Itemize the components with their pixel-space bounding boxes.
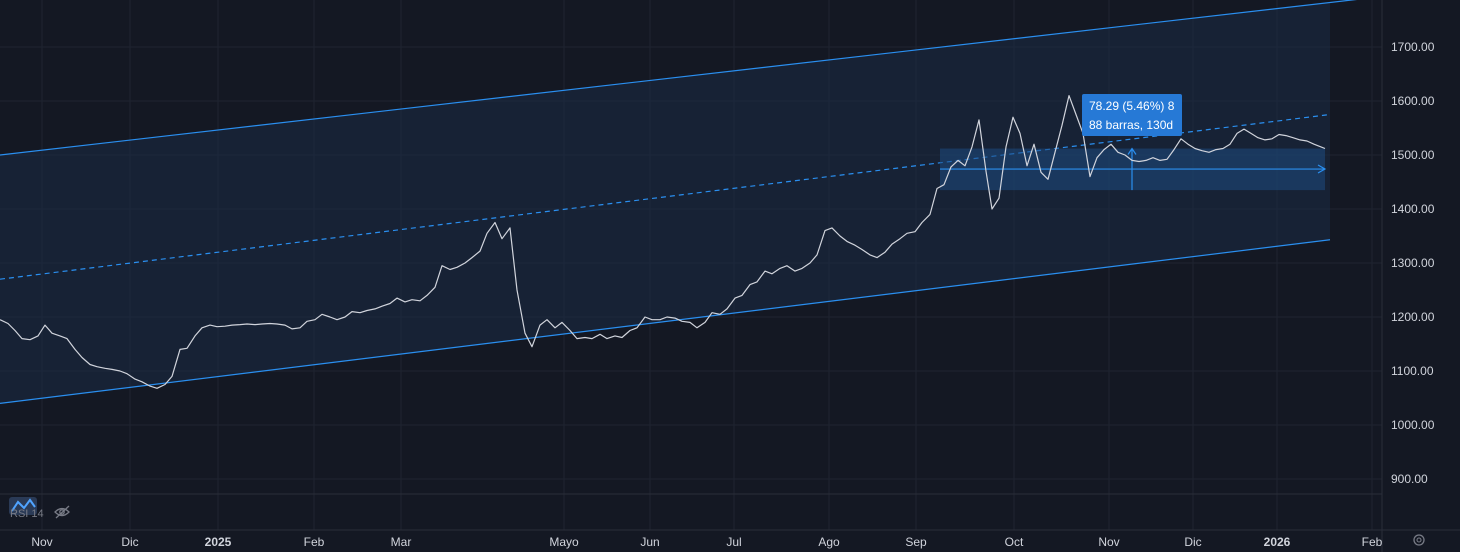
time-tick-label: Dic (1184, 535, 1201, 549)
channel-fill (0, 2, 1330, 404)
time-tick-label: Jul (726, 535, 741, 549)
price-tick-label: 1100.00 (1391, 364, 1434, 378)
price-tick-label: 1300.00 (1391, 256, 1435, 270)
time-tick-label: 2026 (1264, 535, 1291, 549)
price-tick-label: 1200.00 (1391, 310, 1435, 324)
price-axis: 1700.00 1600.00 1500.00 1400.00 1300.00 1200.… (1391, 40, 1435, 486)
measure-tooltip: 78.29 (5.46%) 8 88 barras, 130d (1082, 94, 1182, 136)
time-tick-label: Feb (304, 535, 325, 549)
settings-gear-icon[interactable] (1413, 534, 1425, 546)
regression-channel[interactable] (0, 0, 1460, 404)
price-tick-label: 1400.00 (1391, 202, 1435, 216)
time-tick-label: Dic (121, 535, 138, 549)
time-tick-label: Ago (818, 535, 840, 549)
visibility-eye-icon[interactable] (54, 505, 70, 519)
price-tick-label: 1600.00 (1391, 94, 1435, 108)
time-axis: Nov Dic 2025 Feb Mar Mayo Jun Jul Ago Sep Oct Nov Di… (31, 535, 1382, 549)
tooltip-line-2: 88 barras, 130d (1089, 118, 1173, 132)
time-tick-label: Sep (905, 535, 927, 549)
time-tick-label: Feb (1362, 535, 1383, 549)
price-tick-label: 1700.00 (1391, 40, 1435, 54)
time-tick-label: Oct (1005, 535, 1024, 549)
time-tick-label: 2025 (205, 535, 232, 549)
tooltip-line-1: 78.29 (5.46%) 8 (1089, 99, 1175, 113)
rsi-indicator-legend: RSI 14 (9, 497, 70, 520)
price-chart[interactable]: 78.29 (5.46%) 8 88 barras, 130d 1700.001… (0, 0, 1460, 552)
time-tick-label: Mar (391, 535, 412, 549)
time-tick-label: Jun (640, 535, 659, 549)
time-tick-label: Nov (1098, 535, 1119, 549)
price-tick-label: 900.00 (1391, 472, 1428, 486)
indicator-label: RSI 14 (10, 508, 44, 520)
time-tick-label: Nov (31, 535, 52, 549)
time-tick-label: Mayo (549, 535, 579, 549)
price-tick-label: 1500.00 (1391, 148, 1435, 162)
measure-tool[interactable] (940, 147, 1327, 191)
price-tick-label: 1000.00 (1391, 418, 1435, 432)
